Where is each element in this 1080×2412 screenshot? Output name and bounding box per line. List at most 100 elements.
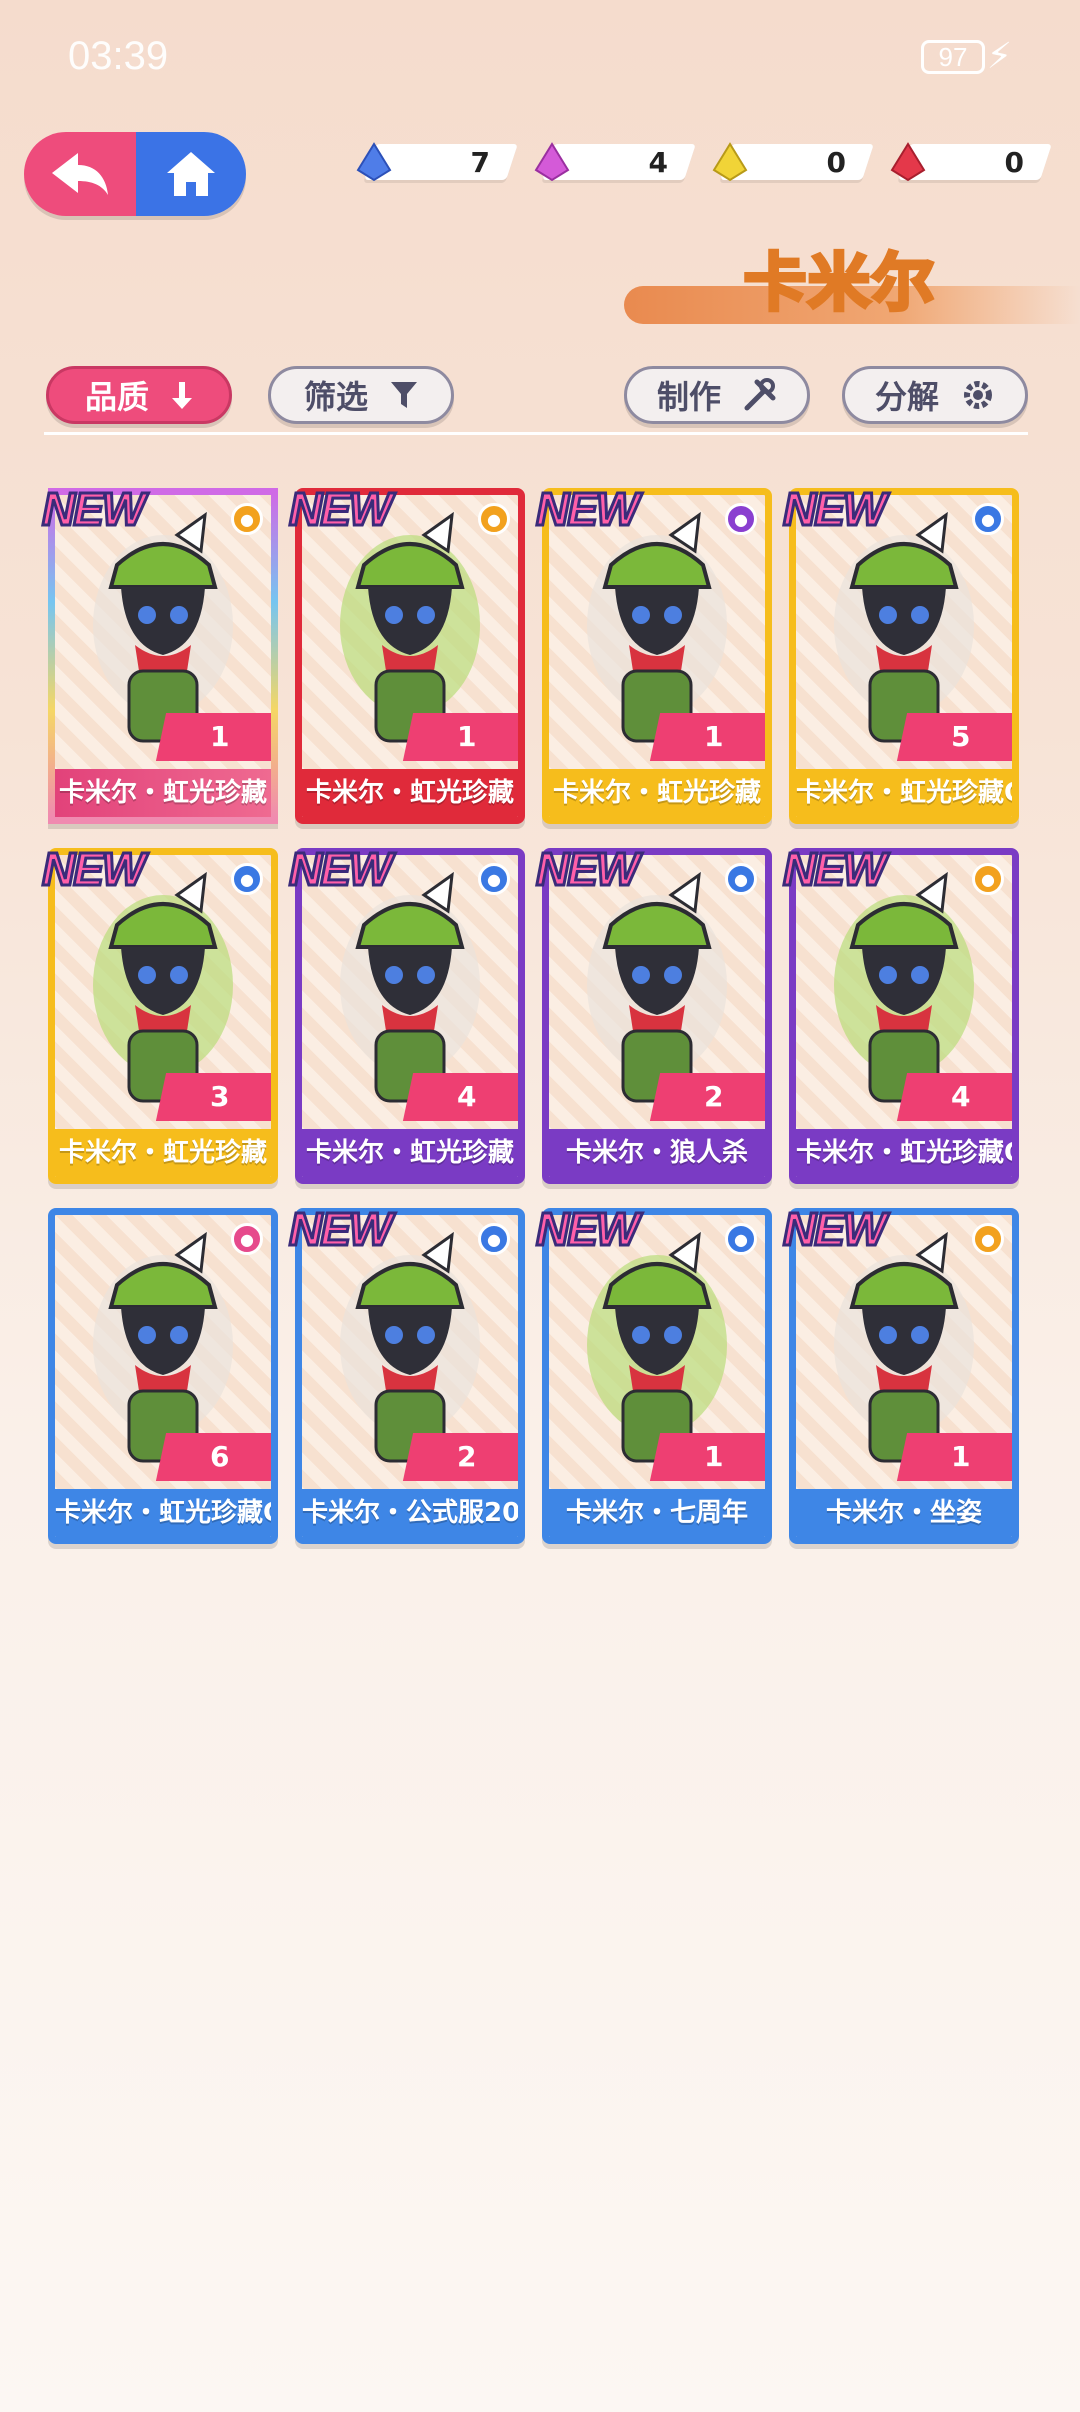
rarity-badge-icon: ● (478, 863, 510, 895)
rarity-badge-icon: ● (231, 1223, 263, 1255)
card-count-value: 1 (210, 720, 230, 753)
card-cell: ● 3 卡米尔・虹光珍藏 NEW (40, 842, 278, 1184)
collection-card[interactable]: ● 3 卡米尔・虹光珍藏 (48, 848, 278, 1184)
card-cell: ● 2 卡米尔・狼人杀 NEW (534, 842, 772, 1184)
card-count: 6 (155, 1433, 271, 1481)
filter-button[interactable]: 筛选 (268, 366, 454, 424)
new-tag: NEW (781, 842, 887, 897)
back-arrow-icon (52, 153, 108, 195)
card-count: 1 (402, 713, 518, 761)
collection-card[interactable]: ● 4 卡米尔・虹光珍藏 (295, 848, 525, 1184)
card-count-value: 5 (951, 720, 971, 753)
card-label: 卡米尔・虹光珍藏Q版 (55, 1489, 271, 1537)
card-grid: ● 1 卡米尔・虹光珍藏 NEW ● 1 卡米尔・虹光珍藏 NEW ● 1 卡米尔・虹光珍藏 NEW ●… (40, 482, 1019, 1544)
card-count: 1 (155, 713, 271, 761)
card-label: 卡米尔・狼人杀 (549, 1129, 765, 1177)
card-count: 1 (649, 1433, 765, 1481)
card-count: 4 (402, 1073, 518, 1121)
card-cell: ● 1 卡米尔・虹光珍藏 NEW (534, 482, 772, 824)
card-cell: ● 6 卡米尔・虹光珍藏Q版 (48, 1208, 278, 1544)
card-cell: ● 4 卡米尔・虹光珍藏Q版 NEW (781, 842, 1019, 1184)
red-gem-icon (890, 142, 926, 182)
collection-card[interactable]: ● 1 卡米尔・虹光珍藏 (542, 488, 772, 824)
card-count-value: 1 (951, 1440, 971, 1473)
craft-label: 制作 (656, 378, 721, 416)
card-label: 卡米尔・七周年 (549, 1489, 765, 1537)
card-count: 5 (896, 713, 1012, 761)
new-tag: NEW (781, 482, 887, 537)
new-tag: NEW (287, 482, 393, 537)
home-button[interactable] (136, 132, 246, 216)
home-icon (167, 152, 215, 196)
blue-gem-icon (356, 142, 392, 182)
tools-icon (744, 378, 776, 411)
card-label: 卡米尔・虹光珍藏 (302, 1129, 518, 1177)
rarity-badge-icon: ● (725, 863, 757, 895)
back-button[interactable] (24, 132, 136, 216)
collection-card[interactable]: ● 6 卡米尔・虹光珍藏Q版 (48, 1208, 278, 1544)
new-tag: NEW (534, 1202, 640, 1257)
funnel-icon (391, 382, 417, 408)
card-label: 卡米尔・虹光珍藏 (302, 769, 518, 817)
gear-icon (964, 381, 992, 409)
new-tag: NEW (287, 1202, 393, 1257)
card-count-value: 4 (457, 1080, 477, 1113)
card-cell: ● 1 卡米尔・坐姿 NEW (781, 1202, 1019, 1544)
currency-purple: 4 (530, 140, 696, 184)
card-label: 卡米尔・虹光珍藏 (549, 769, 765, 817)
card-cell: ● 4 卡米尔・虹光珍藏 NEW (287, 842, 525, 1184)
card-count-value: 1 (457, 720, 477, 753)
currency-blue: 7 (352, 140, 518, 184)
collection-card[interactable]: ● 1 卡米尔・坐姿 (789, 1208, 1019, 1544)
arrow-down-icon (172, 382, 192, 409)
charging-icon: ⚡ (986, 36, 1012, 77)
card-label: 卡米尔・虹光珍藏Q版 (796, 1129, 1012, 1177)
card-count-value: 1 (704, 720, 724, 753)
collection-card[interactable]: ● 1 卡米尔・虹光珍藏 (295, 488, 525, 824)
rarity-badge-icon: ● (972, 863, 1004, 895)
card-label: 卡米尔・公式服2020 (302, 1489, 518, 1537)
rarity-badge-icon: ● (725, 503, 757, 535)
yellow-gem-icon (712, 142, 748, 182)
nav-pill (24, 132, 246, 216)
card-count-value: 3 (210, 1080, 230, 1113)
collection-card[interactable]: ● 4 卡米尔・虹光珍藏Q版 (789, 848, 1019, 1184)
card-count: 1 (649, 713, 765, 761)
new-tag: NEW (40, 482, 146, 537)
card-count: 3 (155, 1073, 271, 1121)
new-tag: NEW (534, 482, 640, 537)
toolbar-divider (44, 432, 1028, 435)
card-cell: ● 1 卡米尔・虹光珍藏 NEW (40, 482, 278, 824)
currency-yellow: 0 (708, 140, 874, 184)
card-count: 1 (896, 1433, 1012, 1481)
new-tag: NEW (534, 842, 640, 897)
collection-card[interactable]: ● 2 卡米尔・公式服2020 (295, 1208, 525, 1544)
decompose-label: 分解 (874, 378, 939, 416)
card-count: 2 (402, 1433, 518, 1481)
card-count: 2 (649, 1073, 765, 1121)
status-time: 03:39 (68, 34, 169, 78)
card-count: 4 (896, 1073, 1012, 1121)
card-cell: ● 1 卡米尔・虹光珍藏 NEW (287, 482, 525, 824)
filter-label: 筛选 (303, 378, 368, 416)
card-label: 卡米尔・虹光珍藏 (55, 1129, 271, 1177)
card-count-value: 1 (704, 1440, 724, 1473)
sort-quality-button[interactable]: 品质 (46, 366, 232, 424)
rarity-badge-icon: ● (231, 863, 263, 895)
card-cell: ● 2 卡米尔・公式服2020 NEW (287, 1202, 525, 1544)
purple-gem-icon (534, 142, 570, 182)
collection-card[interactable]: ● 5 卡米尔・虹光珍藏Q版 (789, 488, 1019, 824)
collection-card[interactable]: ● 2 卡米尔・狼人杀 (542, 848, 772, 1184)
sort-quality-label: 品质 (84, 378, 149, 416)
battery-indicator: 97 (921, 40, 985, 74)
card-count-value: 4 (951, 1080, 971, 1113)
decompose-button[interactable]: 分解 (842, 366, 1028, 424)
new-tag: NEW (40, 842, 146, 897)
rarity-badge-icon: ● (972, 503, 1004, 535)
collection-card[interactable]: ● 1 卡米尔・虹光珍藏 (48, 488, 278, 824)
currency-red: 0 (886, 140, 1052, 184)
collection-card[interactable]: ● 1 卡米尔・七周年 (542, 1208, 772, 1544)
page-title: 卡米尔 (742, 244, 937, 321)
new-tag: NEW (287, 842, 393, 897)
craft-button[interactable]: 制作 (624, 366, 810, 424)
